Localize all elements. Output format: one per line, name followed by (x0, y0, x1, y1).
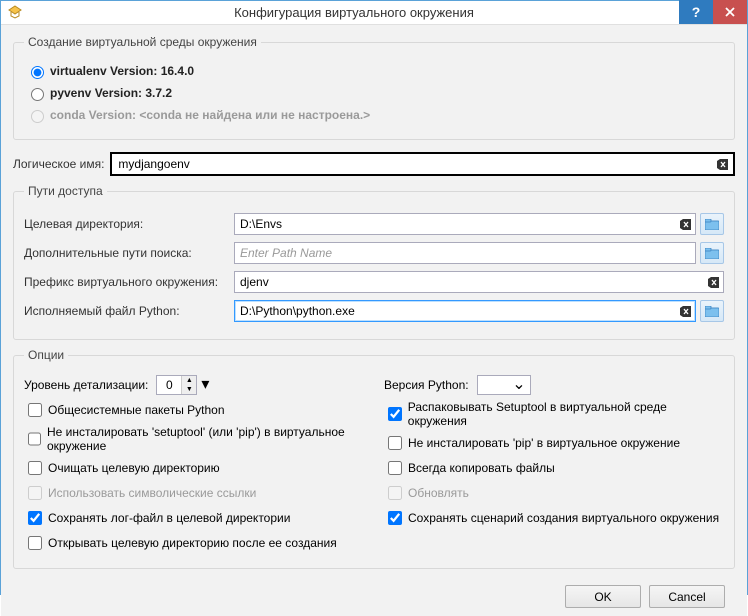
prefix-label: Префикс виртуального окружения: (24, 275, 234, 289)
close-button[interactable] (713, 0, 747, 24)
options-legend: Опции (24, 348, 68, 362)
window-title: Конфигурация виртуального окружения (29, 5, 679, 20)
name-input[interactable] (116, 155, 715, 173)
help-button[interactable]: ? (679, 0, 713, 24)
titlebar: Конфигурация виртуального окружения ? (1, 1, 747, 25)
chevron-down-icon: ⌄ (512, 377, 525, 393)
extra-paths-label: Дополнительные пути поиска: (24, 246, 234, 260)
python-version-select[interactable]: ⌄ (477, 375, 531, 395)
radio-pyvenv-label: pyvenv Version: 3.7.2 (50, 86, 172, 100)
label-open-target: Открывать целевую директорию после ее со… (48, 536, 337, 550)
label-no-setuptool: Не инсталировать 'setuptool' (или 'pip')… (47, 425, 364, 453)
spinner-down-icon[interactable]: ▼ (182, 385, 196, 394)
label-save-log: Сохранять лог-файл в целевой директории (48, 511, 290, 525)
checkbox-update (388, 486, 402, 500)
clear-icon[interactable] (678, 217, 692, 231)
checkbox-no-pip[interactable] (388, 436, 402, 450)
ok-button[interactable]: OK (565, 585, 641, 608)
radio-pyvenv[interactable] (31, 88, 44, 101)
label-no-pip: Не инсталировать 'pip' в виртуальное окр… (408, 436, 680, 450)
checkbox-unpack-setuptool[interactable] (388, 407, 402, 421)
python-version-label: Версия Python: (384, 378, 469, 392)
label-system-packages: Общесистемные пакеты Python (48, 403, 225, 417)
clear-icon[interactable] (678, 304, 692, 318)
checkbox-clear-target[interactable] (28, 461, 42, 475)
verbosity-label: Уровень детализации: (24, 378, 148, 392)
creation-legend: Создание виртуальной среды окружения (24, 35, 261, 49)
python-exe-input[interactable] (238, 302, 678, 320)
spinner-up-icon[interactable]: ▲ (182, 376, 196, 385)
browse-python-button[interactable] (700, 300, 724, 322)
options-group: Опции Уровень детализации: ▲▼ ▾ Общесист… (13, 348, 735, 569)
python-exe-label: Исполняемый файл Python: (24, 304, 234, 318)
target-dir-label: Целевая директория: (24, 217, 234, 231)
paths-legend: Пути доступа (24, 184, 107, 198)
checkbox-system-packages[interactable] (28, 403, 42, 417)
label-save-scripts: Сохранять сценарий создания виртуального… (408, 511, 719, 525)
checkbox-symlinks (28, 486, 42, 500)
label-always-copy: Всегда копировать файлы (408, 461, 555, 475)
browse-extra-button[interactable] (700, 242, 724, 264)
checkbox-no-setuptool[interactable] (28, 432, 41, 446)
radio-virtualenv[interactable] (31, 66, 44, 79)
app-icon (1, 5, 29, 21)
clear-icon[interactable] (715, 157, 729, 171)
radio-conda-label: conda Version: <conda не найдена или не … (50, 108, 370, 122)
clear-icon[interactable] (706, 275, 720, 289)
extra-paths-input[interactable] (238, 244, 692, 262)
label-symlinks: Использовать символические ссылки (48, 486, 256, 500)
radio-virtualenv-label: virtualenv Version: 16.4.0 (50, 64, 194, 78)
cancel-button[interactable]: Cancel (649, 585, 725, 608)
dialog-window: Конфигурация виртуального окружения ? Со… (0, 0, 748, 595)
creation-group: Создание виртуальной среды окружения vir… (13, 35, 735, 140)
browse-target-button[interactable] (700, 213, 724, 235)
target-dir-input[interactable] (238, 215, 678, 233)
radio-conda (31, 110, 44, 123)
chevron-down-icon[interactable]: ▾ (201, 377, 209, 393)
checkbox-always-copy[interactable] (388, 461, 402, 475)
label-update: Обновлять (408, 486, 469, 500)
checkbox-open-target[interactable] (28, 536, 42, 550)
label-unpack-setuptool: Распаковывать Setuptool в виртуальной ср… (408, 400, 724, 428)
checkbox-save-scripts[interactable] (388, 511, 402, 525)
checkbox-save-log[interactable] (28, 511, 42, 525)
paths-group: Пути доступа Целевая директория: Дополни… (13, 184, 735, 340)
prefix-input[interactable] (238, 273, 706, 291)
name-input-container (110, 152, 735, 176)
verbosity-value[interactable] (157, 376, 181, 394)
name-label: Логическое имя: (13, 157, 104, 171)
label-clear-target: Очищать целевую директорию (48, 461, 220, 475)
verbosity-spinner[interactable]: ▲▼ (156, 375, 197, 395)
